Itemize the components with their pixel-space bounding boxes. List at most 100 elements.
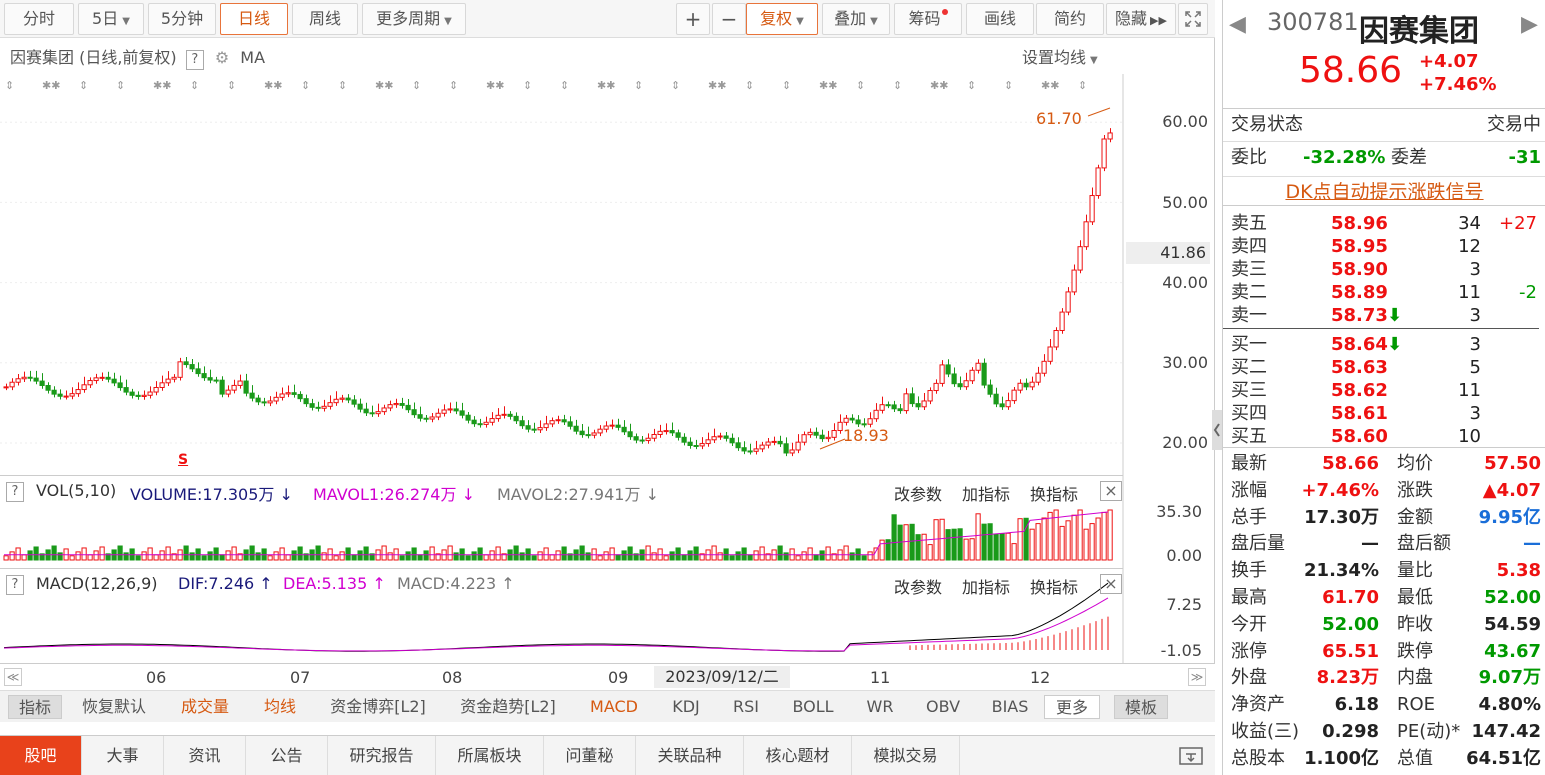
orderbook-volume: 3 (1469, 334, 1481, 355)
volume-bar (417, 554, 423, 561)
tab-macd[interactable]: MACD (578, 695, 650, 719)
tab-indicator[interactable]: 指标 (8, 695, 62, 719)
tab-fund-trend[interactable]: 资金趋势[L2] (448, 695, 568, 719)
chart-area[interactable]: ⇕ ✱✱ ⇕ ⇕ ✱✱ ⇕ ⇕ ✱✱ ⇕ ⇕ ✱✱ ⇕ ⇕ ✱✱ ⇕ ⇕ ✱✱ ⇕ ⇕ ✱✱ ⇕ ⇕ ✱✱ ⇕ ⇕ ✱✱ ⇕ ⇕ ✱✱ ⇕… (0, 38, 1215, 690)
candle-body (849, 417, 855, 421)
orderbook-row[interactable]: 买五 58.60 10 (1231, 425, 1541, 448)
tab-simulated-trading[interactable]: 模拟交易 (852, 736, 960, 775)
tab-related[interactable]: 关联品种 (636, 736, 744, 775)
tab-ma[interactable]: 均线 (252, 695, 308, 719)
zoom-out-button[interactable]: − (712, 3, 746, 35)
volume-bar (921, 533, 927, 561)
tab-guba[interactable]: 股吧 (0, 736, 82, 775)
help-icon[interactable]: ? (185, 50, 204, 70)
orderbook-row[interactable]: 卖三 58.90 3 (1231, 258, 1541, 281)
x-axis[interactable]: ≪ 06 07 08 09 2023/09/12/二 11 12 ≫ (0, 663, 1215, 690)
event-marker-icon: ⇕ (967, 79, 976, 92)
period-daily[interactable]: 日线 (220, 3, 288, 35)
orderbook-row[interactable]: 买二 58.63 5 (1231, 356, 1541, 379)
tab-bias[interactable]: BIAS (982, 695, 1038, 719)
tab-fund-game[interactable]: 资金博弈[L2] (318, 695, 438, 719)
overlay-button[interactable]: 叠加 ▼ (822, 3, 890, 35)
orderbook-row[interactable]: 买四 58.61 3 (1231, 402, 1541, 425)
orderbook-row[interactable]: 卖二 58.89 11 -2 (1231, 281, 1541, 304)
stat-label: 涨跌 (1397, 479, 1433, 501)
signal-s-marker[interactable]: S (178, 452, 188, 468)
tab-boll[interactable]: BOLL (780, 695, 846, 719)
period-5min[interactable]: 5分钟 (148, 3, 216, 35)
tab-wr[interactable]: WR (856, 695, 904, 719)
panel-collapse-handle[interactable] (1212, 410, 1222, 450)
tab-core-themes[interactable]: 核心题材 (744, 736, 852, 775)
tab-announcements[interactable]: 公告 (246, 736, 328, 775)
period-more[interactable]: 更多周期 ▼ (362, 3, 466, 35)
orderbook-row[interactable]: 卖五 58.96 34 +27 (1231, 212, 1541, 235)
stat-value: 17.30万 (1304, 506, 1379, 528)
chips-button[interactable]: 筹码 (894, 3, 962, 35)
orderbook-row[interactable]: 买三 58.62 11 (1231, 379, 1541, 402)
candle-body (969, 369, 975, 382)
macd-edit-params-button[interactable]: 改参数 (894, 574, 942, 598)
draw-button[interactable]: 画线 (966, 3, 1034, 35)
candle-body (135, 394, 141, 397)
prev-stock-icon[interactable]: ◀ (1229, 12, 1246, 37)
candle-body (525, 425, 531, 430)
help-icon[interactable]: ? (6, 482, 24, 502)
candle-body (1011, 389, 1017, 402)
tab-kdj[interactable]: KDJ (660, 695, 712, 719)
vol-add-indicator-button[interactable]: 加指标 (962, 481, 1010, 505)
volume-bar (729, 555, 735, 561)
dk-signal-banner[interactable]: DK点自动提示涨跌信号 (1223, 176, 1545, 206)
volume-bar (1083, 528, 1089, 561)
hide-button[interactable]: 隐藏 ▶▶ (1106, 3, 1176, 35)
period-5day[interactable]: 5日 ▼ (78, 3, 144, 35)
volume-bar (783, 552, 789, 561)
volume-bar (597, 555, 603, 561)
macd-add-indicator-button[interactable]: 加指标 (962, 574, 1010, 598)
vol-edit-params-button[interactable]: 改参数 (894, 481, 942, 505)
orderbook-row[interactable]: 买一 58.64 ⬇ 3 (1231, 333, 1541, 356)
ma-label[interactable]: MA (240, 48, 265, 67)
orderbook-row[interactable]: 卖一 58.73 ⬇ 3 (1231, 304, 1541, 327)
set-ma-button[interactable]: 设置均线 ▼ (1022, 44, 1098, 68)
tab-sector[interactable]: 所属板块 (436, 736, 544, 775)
tab-volume[interactable]: 成交量 (170, 695, 240, 719)
tab-obv[interactable]: OBV (914, 695, 972, 719)
next-stock-icon[interactable]: ▶ (1521, 12, 1538, 37)
candle-body (237, 380, 243, 386)
tab-more[interactable]: 更多 (1044, 695, 1100, 719)
scroll-right-icon[interactable]: ≫ (1188, 668, 1206, 686)
period-more-label: 更多周期 (376, 9, 441, 28)
tab-events[interactable]: 大事 (82, 736, 164, 775)
vol-switch-indicator-button[interactable]: 换指标 (1030, 481, 1078, 505)
candle-body (45, 385, 51, 391)
tab-news[interactable]: 资讯 (164, 736, 246, 775)
help-icon[interactable]: ? (6, 575, 24, 595)
zoom-in-button[interactable]: + (676, 3, 710, 35)
tab-template[interactable]: 模板 (1114, 695, 1168, 719)
fuquan-button[interactable]: 复权 ▼ (746, 3, 818, 35)
volume-bar (681, 554, 687, 561)
period-weekly[interactable]: 周线 (292, 3, 358, 35)
stat-label: 收益(三) (1231, 721, 1300, 742)
candle-body (183, 361, 189, 366)
tab-research[interactable]: 研究报告 (328, 736, 436, 775)
orderbook-row[interactable]: 卖四 58.95 12 (1231, 235, 1541, 258)
stat-label: 盘后量 (1231, 533, 1285, 555)
macd-close-icon[interactable]: × (1100, 574, 1122, 594)
candle-body (1029, 381, 1035, 388)
chevron-down-icon: ▼ (444, 16, 452, 27)
tab-ask-secretary[interactable]: 问董秘 (544, 736, 636, 775)
period-fenshi[interactable]: 分时 (4, 3, 74, 35)
fullscreen-icon[interactable] (1178, 3, 1208, 35)
download-icon[interactable] (1178, 744, 1204, 768)
gear-icon[interactable]: ⚙ (215, 48, 229, 67)
tab-rsi[interactable]: RSI (722, 695, 770, 719)
macd-switch-indicator-button[interactable]: 换指标 (1030, 574, 1078, 598)
vol-close-icon[interactable]: × (1100, 481, 1122, 501)
scroll-left-icon[interactable]: ≪ (4, 668, 22, 686)
tab-restore-default[interactable]: 恢复默认 (70, 695, 158, 719)
candle-body (621, 426, 627, 433)
simple-button[interactable]: 简约 (1036, 3, 1104, 35)
volume-bar (345, 547, 351, 561)
